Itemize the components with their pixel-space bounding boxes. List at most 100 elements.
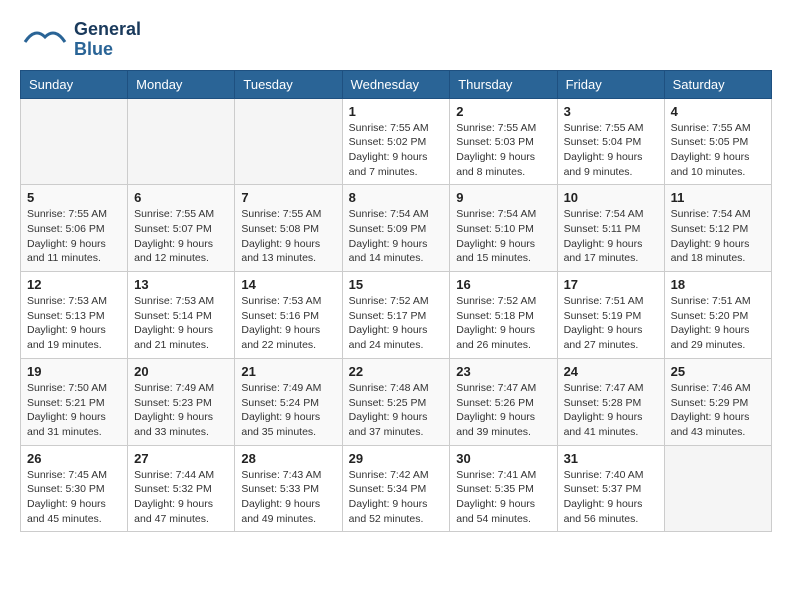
day-info: Sunrise: 7:54 AM Sunset: 5:12 PM Dayligh… (671, 207, 765, 266)
day-number: 11 (671, 190, 765, 205)
calendar-cell: 29Sunrise: 7:42 AM Sunset: 5:34 PM Dayli… (342, 445, 450, 532)
calendar-cell (664, 445, 771, 532)
day-number: 23 (456, 364, 550, 379)
day-info: Sunrise: 7:55 AM Sunset: 5:06 PM Dayligh… (27, 207, 121, 266)
calendar-cell: 4Sunrise: 7:55 AM Sunset: 5:05 PM Daylig… (664, 98, 771, 185)
calendar-week-row: 1Sunrise: 7:55 AM Sunset: 5:02 PM Daylig… (21, 98, 772, 185)
day-info: Sunrise: 7:45 AM Sunset: 5:30 PM Dayligh… (27, 468, 121, 527)
day-info: Sunrise: 7:53 AM Sunset: 5:13 PM Dayligh… (27, 294, 121, 353)
calendar-week-row: 19 Sunrise: 7:50 AM Sunset: 5:21 PM Dayli… (21, 358, 772, 445)
weekday-header-wednesday: Wednesday (342, 70, 450, 98)
calendar-cell: 3Sunrise: 7:55 AM Sunset: 5:04 PM Daylig… (557, 98, 664, 185)
day-info: Sunrise: 7:41 AM Sunset: 5:35 PM Dayligh… (456, 468, 550, 527)
calendar-cell: 19 Sunrise: 7:50 AM Sunset: 5:21 PM Dayli… (21, 358, 128, 445)
calendar-table: SundayMondayTuesdayWednesdayThursdayFrid… (20, 70, 772, 533)
calendar-cell: 30 Sunrise: 7:41 AM Sunset: 5:35 PM Dayli… (450, 445, 557, 532)
day-number: 15 (349, 277, 444, 292)
calendar-cell: 13 Sunrise: 7:53 AM Sunset: 5:14 PM Dayli… (128, 272, 235, 359)
calendar-cell (235, 98, 342, 185)
calendar-cell: 7Sunrise: 7:55 AM Sunset: 5:08 PM Daylig… (235, 185, 342, 272)
calendar-week-row: 5 Sunrise: 7:55 AM Sunset: 5:06 PM Daylig… (21, 185, 772, 272)
calendar-cell: 10Sunrise: 7:54 AM Sunset: 5:11 PM Dayli… (557, 185, 664, 272)
day-info: Sunrise: 7:44 AM Sunset: 5:32 PM Dayligh… (134, 468, 228, 527)
day-info: Sunrise: 7:47 AM Sunset: 5:28 PM Dayligh… (564, 381, 658, 440)
day-info: Sunrise: 7:52 AM Sunset: 5:18 PM Dayligh… (456, 294, 550, 353)
day-number: 4 (671, 104, 765, 119)
day-number: 6 (134, 190, 228, 205)
day-info: Sunrise: 7:55 AM Sunset: 5:02 PM Dayligh… (349, 121, 444, 180)
calendar-cell (21, 98, 128, 185)
day-number: 13 (134, 277, 228, 292)
day-number: 9 (456, 190, 550, 205)
day-number: 14 (241, 277, 335, 292)
calendar-cell: 8 Sunrise: 7:54 AM Sunset: 5:09 PM Daylig… (342, 185, 450, 272)
day-number: 22 (349, 364, 444, 379)
calendar-cell: 28Sunrise: 7:43 AM Sunset: 5:33 PM Dayli… (235, 445, 342, 532)
day-number: 16 (456, 277, 550, 292)
day-info: Sunrise: 7:49 AM Sunset: 5:24 PM Dayligh… (241, 381, 335, 440)
day-info: Sunrise: 7:47 AM Sunset: 5:26 PM Dayligh… (456, 381, 550, 440)
weekday-header-row: SundayMondayTuesdayWednesdayThursdayFrid… (21, 70, 772, 98)
calendar-cell: 31 Sunrise: 7:40 AM Sunset: 5:37 PM Dayli… (557, 445, 664, 532)
day-number: 31 (564, 451, 658, 466)
day-number: 18 (671, 277, 765, 292)
calendar-cell: 23 Sunrise: 7:47 AM Sunset: 5:26 PM Dayli… (450, 358, 557, 445)
day-info: Sunrise: 7:55 AM Sunset: 5:04 PM Dayligh… (564, 121, 658, 180)
day-number: 5 (27, 190, 121, 205)
calendar-cell (128, 98, 235, 185)
day-number: 27 (134, 451, 228, 466)
day-info: Sunrise: 7:55 AM Sunset: 5:08 PM Dayligh… (241, 207, 335, 266)
day-number: 20 (134, 364, 228, 379)
calendar-cell: 15 Sunrise: 7:52 AM Sunset: 5:17 PM Dayli… (342, 272, 450, 359)
calendar-cell: 24 Sunrise: 7:47 AM Sunset: 5:28 PM Dayli… (557, 358, 664, 445)
day-info: Sunrise: 7:53 AM Sunset: 5:14 PM Dayligh… (134, 294, 228, 353)
calendar-week-row: 12 Sunrise: 7:53 AM Sunset: 5:13 PM Dayli… (21, 272, 772, 359)
day-info: Sunrise: 7:43 AM Sunset: 5:33 PM Dayligh… (241, 468, 335, 527)
calendar-cell: 12 Sunrise: 7:53 AM Sunset: 5:13 PM Dayli… (21, 272, 128, 359)
calendar-cell: 22 Sunrise: 7:48 AM Sunset: 5:25 PM Dayli… (342, 358, 450, 445)
day-info: Sunrise: 7:49 AM Sunset: 5:23 PM Dayligh… (134, 381, 228, 440)
calendar-cell: 20 Sunrise: 7:49 AM Sunset: 5:23 PM Dayli… (128, 358, 235, 445)
day-info: Sunrise: 7:55 AM Sunset: 5:03 PM Dayligh… (456, 121, 550, 180)
calendar-cell: 1Sunrise: 7:55 AM Sunset: 5:02 PM Daylig… (342, 98, 450, 185)
calendar-cell: 6 Sunrise: 7:55 AM Sunset: 5:07 PM Daylig… (128, 185, 235, 272)
day-info: Sunrise: 7:51 AM Sunset: 5:20 PM Dayligh… (671, 294, 765, 353)
calendar-cell: 16 Sunrise: 7:52 AM Sunset: 5:18 PM Dayli… (450, 272, 557, 359)
day-number: 25 (671, 364, 765, 379)
day-number: 26 (27, 451, 121, 466)
calendar-cell: 25Sunrise: 7:46 AM Sunset: 5:29 PM Dayli… (664, 358, 771, 445)
calendar-cell: 5 Sunrise: 7:55 AM Sunset: 5:06 PM Daylig… (21, 185, 128, 272)
calendar-cell: 26 Sunrise: 7:45 AM Sunset: 5:30 PM Dayli… (21, 445, 128, 532)
calendar-cell: 14Sunrise: 7:53 AM Sunset: 5:16 PM Dayli… (235, 272, 342, 359)
weekday-header-friday: Friday (557, 70, 664, 98)
day-number: 17 (564, 277, 658, 292)
weekday-header-monday: Monday (128, 70, 235, 98)
calendar-cell: 21 Sunrise: 7:49 AM Sunset: 5:24 PM Dayli… (235, 358, 342, 445)
day-number: 30 (456, 451, 550, 466)
logo-name: General Blue (74, 20, 141, 60)
logo-bird-icon (20, 22, 70, 57)
day-info: Sunrise: 7:52 AM Sunset: 5:17 PM Dayligh… (349, 294, 444, 353)
day-info: Sunrise: 7:54 AM Sunset: 5:10 PM Dayligh… (456, 207, 550, 266)
day-info: Sunrise: 7:48 AM Sunset: 5:25 PM Dayligh… (349, 381, 444, 440)
calendar-cell: 2 Sunrise: 7:55 AM Sunset: 5:03 PM Daylig… (450, 98, 557, 185)
day-info: Sunrise: 7:40 AM Sunset: 5:37 PM Dayligh… (564, 468, 658, 527)
day-info: Sunrise: 7:50 AM Sunset: 5:21 PM Dayligh… (27, 381, 121, 440)
day-number: 12 (27, 277, 121, 292)
day-info: Sunrise: 7:54 AM Sunset: 5:09 PM Dayligh… (349, 207, 444, 266)
day-number: 8 (349, 190, 444, 205)
day-info: Sunrise: 7:55 AM Sunset: 5:07 PM Dayligh… (134, 207, 228, 266)
calendar-cell: 9 Sunrise: 7:54 AM Sunset: 5:10 PM Daylig… (450, 185, 557, 272)
day-number: 2 (456, 104, 550, 119)
calendar-cell: 18 Sunrise: 7:51 AM Sunset: 5:20 PM Dayli… (664, 272, 771, 359)
calendar-cell: 17Sunrise: 7:51 AM Sunset: 5:19 PM Dayli… (557, 272, 664, 359)
day-number: 19 (27, 364, 121, 379)
day-number: 24 (564, 364, 658, 379)
weekday-header-saturday: Saturday (664, 70, 771, 98)
logo: General Blue (20, 20, 141, 60)
weekday-header-sunday: Sunday (21, 70, 128, 98)
day-info: Sunrise: 7:42 AM Sunset: 5:34 PM Dayligh… (349, 468, 444, 527)
calendar-week-row: 26 Sunrise: 7:45 AM Sunset: 5:30 PM Dayli… (21, 445, 772, 532)
day-number: 21 (241, 364, 335, 379)
day-number: 10 (564, 190, 658, 205)
